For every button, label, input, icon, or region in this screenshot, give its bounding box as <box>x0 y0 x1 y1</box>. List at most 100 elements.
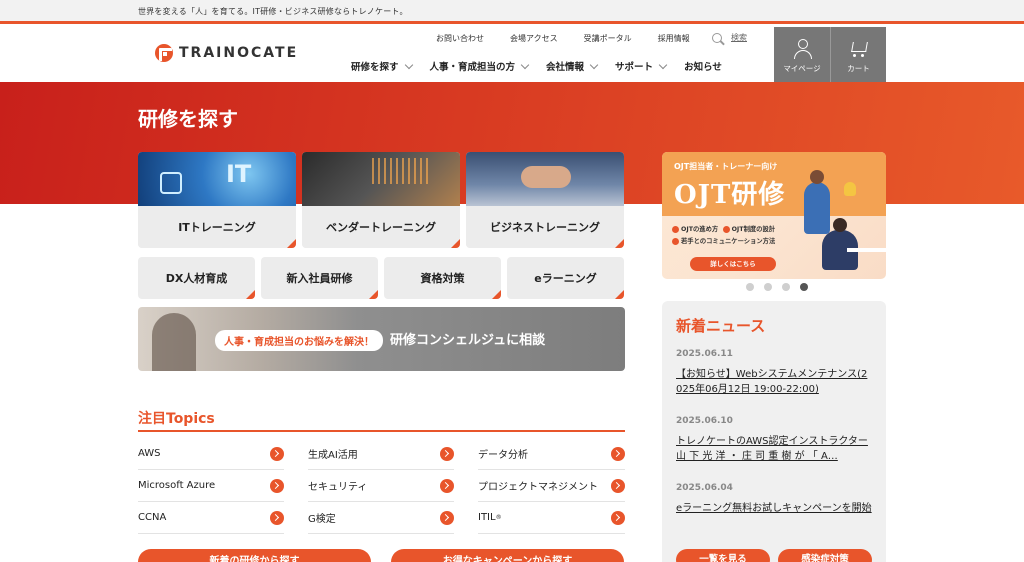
chip-icon <box>160 172 182 194</box>
news-title: 新着ニュース <box>676 317 766 335</box>
carousel-dots <box>746 283 818 291</box>
lightbulb-icon <box>844 182 856 196</box>
nav-label: サポート <box>615 62 654 73</box>
tagline-bar: 世界を変える「人」を育てる。IT研修・ビジネス研修ならトレノケート。 <box>0 0 1024 24</box>
news-link[interactable]: eラーニング無料お試しキャンペーンを開始 <box>676 501 872 516</box>
topic-item[interactable]: CCNA <box>138 502 284 534</box>
logo-text: TRAINOCATE <box>179 45 299 61</box>
util-link-recruit[interactable]: 採用情報 <box>658 33 690 44</box>
arrow-right-icon <box>440 447 454 461</box>
topic-label: CCNA <box>138 512 167 523</box>
nav-label: 研修を探す <box>351 62 399 73</box>
corner-arrow-icon <box>492 290 501 299</box>
topic-item[interactable]: AWS <box>138 438 284 470</box>
arrow-right-icon <box>611 479 625 493</box>
corner-arrow-icon <box>246 290 255 299</box>
infection-measures-button[interactable]: 感染症対策 <box>778 549 872 562</box>
card-business-training[interactable]: ビジネストレーニング <box>466 152 624 248</box>
card-label-text: 資格対策 <box>420 272 465 285</box>
topic-label: ITIL <box>478 512 496 523</box>
campaign-button[interactable]: お得なキャンペーンから探す <box>391 549 624 562</box>
arrow-right-icon <box>611 447 625 461</box>
carousel-dot[interactable] <box>782 283 790 291</box>
concierge-pill: 人事・育成担当のお悩みを解決！ <box>215 330 383 351</box>
banner-point: OJTの進め方 <box>681 226 719 233</box>
banner-point: 若手とのコミュニケーション方法 <box>681 238 776 245</box>
mypage-button[interactable]: マイページ <box>774 27 830 82</box>
banner-points: OJTの進め方 OJT制度の設計 若手とのコミュニケーション方法 <box>672 224 775 248</box>
card-dx[interactable]: DX人材育成 <box>138 257 255 299</box>
new-training-button[interactable]: 新着の研修から探す <box>138 549 371 562</box>
site-header: TRAINOCATE お問い合わせ 会場アクセス 受講ポータル 採用情報 検索 … <box>0 27 1024 82</box>
topic-item[interactable]: プロジェクトマネジメント <box>478 470 625 502</box>
nav-item-find-training[interactable]: 研修を探す <box>351 59 413 73</box>
corner-arrow-icon <box>615 239 624 248</box>
concierge-banner[interactable]: 人事・育成担当のお悩みを解決！ 研修コンシェルジュに相談 <box>138 307 625 371</box>
chevron-down-icon <box>520 60 530 69</box>
util-link-access[interactable]: 会場アクセス <box>510 33 558 44</box>
it-training-image: IT <box>138 152 296 206</box>
nav-item-company[interactable]: 会社情報 <box>546 59 599 73</box>
desk-illustration <box>847 248 886 252</box>
page-title: 研修を探す <box>138 107 238 131</box>
it-image-text: IT <box>226 160 252 188</box>
topic-label: AWS <box>138 448 161 459</box>
card-label: ビジネストレーニング <box>466 206 624 248</box>
handshake-graphic <box>521 166 571 188</box>
topic-item[interactable]: Microsoft Azure <box>138 470 284 502</box>
card-certification[interactable]: 資格対策 <box>384 257 501 299</box>
card-label-text: DX人材育成 <box>165 272 228 285</box>
bullet-icon <box>672 237 679 245</box>
nav-item-news[interactable]: お知らせ <box>684 59 722 73</box>
cart-button[interactable]: カート <box>830 27 886 82</box>
util-link-portal[interactable]: 受講ポータル <box>584 33 632 44</box>
card-label-text: ビジネストレーニング <box>490 221 600 234</box>
topic-item[interactable]: ITIL ® <box>478 502 625 534</box>
arrow-right-icon <box>440 511 454 525</box>
topic-item[interactable]: データ分析 <box>478 438 625 470</box>
carousel-dot-active[interactable] <box>800 283 808 291</box>
nav-label: 人事・育成担当の方 <box>429 62 516 73</box>
bullet-icon <box>672 225 679 233</box>
operator-graphic <box>152 313 196 371</box>
corner-arrow-icon <box>451 239 460 248</box>
news-date: 2025.06.10 <box>676 416 733 426</box>
banner-details-button[interactable]: 詳しくはこちら <box>690 257 776 271</box>
news-link[interactable]: 【お知らせ】Webシステムメンテナンス(2025年06月12日 19:00-22… <box>676 367 872 397</box>
trainer-illustration <box>804 170 830 234</box>
news-item: 2025.06.11 【お知らせ】Webシステムメンテナンス(2025年06月1… <box>676 349 872 397</box>
cart-label: カート <box>847 64 870 73</box>
nav-item-support[interactable]: サポート <box>615 59 668 73</box>
news-list-button[interactable]: 一覧を見る <box>676 549 770 562</box>
util-link-contact[interactable]: お問い合わせ <box>436 33 484 44</box>
carousel-dot[interactable] <box>764 283 772 291</box>
ojt-banner[interactable]: OJT担当者・トレーナー向け OJT研修 OJTの進め方 OJT制度の設計 若手… <box>662 152 886 279</box>
search-link[interactable]: 検索 <box>712 32 747 43</box>
news-link[interactable]: トレノケートのAWS認定インストラクター 山 下 光 洋 ・ 庄 司 重 樹 が… <box>676 434 872 464</box>
mypage-label: マイページ <box>783 64 821 73</box>
news-item: 2025.06.10 トレノケートのAWS認定インストラクター 山 下 光 洋 … <box>676 416 872 464</box>
nav-label: お知らせ <box>684 62 722 73</box>
arrow-right-icon <box>440 479 454 493</box>
topic-item[interactable]: セキュリティ <box>308 470 454 502</box>
cart-icon <box>850 39 868 59</box>
card-new-employee[interactable]: 新入社員研修 <box>261 257 378 299</box>
chart-graphic <box>372 158 432 184</box>
carousel-dot[interactable] <box>746 283 754 291</box>
card-it-training[interactable]: IT ITトレーニング <box>138 152 296 248</box>
corner-arrow-icon <box>615 290 624 299</box>
logo[interactable]: TRAINOCATE <box>155 44 298 62</box>
search-icon <box>712 32 722 43</box>
card-elearning[interactable]: eラーニング <box>507 257 624 299</box>
topic-label: セキュリティ <box>308 482 368 493</box>
utility-links: お問い合わせ 会場アクセス 受講ポータル 採用情報 <box>436 33 716 44</box>
person-icon <box>793 39 812 59</box>
tagline: 世界を変える「人」を育てる。IT研修・ビジネス研修ならトレノケート。 <box>138 7 408 16</box>
topic-item[interactable]: G検定 <box>308 502 454 534</box>
banner-point: OJT制度の設計 <box>731 226 776 233</box>
card-vendor-training[interactable]: ベンダートレーニング <box>302 152 460 248</box>
topic-label: G検定 <box>308 514 336 525</box>
nav-item-hr[interactable]: 人事・育成担当の方 <box>429 59 530 73</box>
topic-item[interactable]: 生成AI活用 <box>308 438 454 470</box>
corner-arrow-icon <box>287 239 296 248</box>
